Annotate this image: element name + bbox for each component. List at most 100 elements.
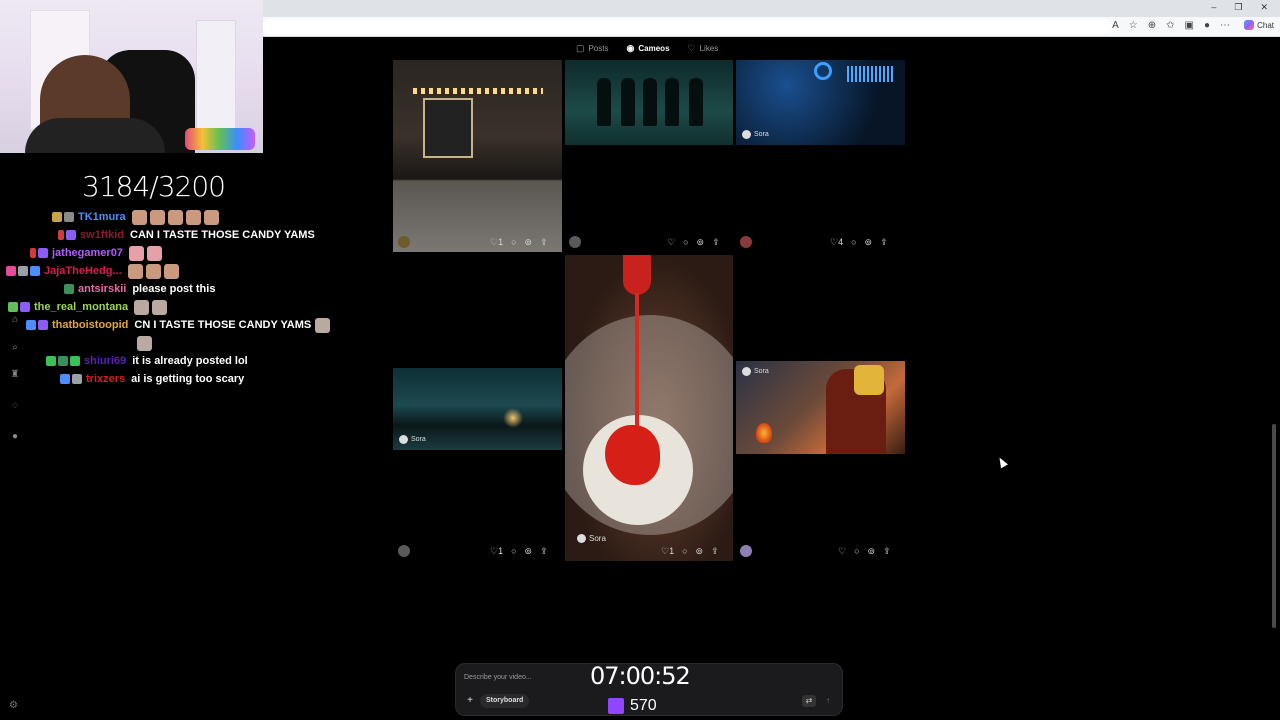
like-button[interactable]: ♡1 (661, 546, 674, 557)
video-thumbnail[interactable] (393, 60, 562, 252)
scrollbar[interactable] (1272, 424, 1276, 628)
badges (30, 248, 48, 258)
badges (60, 374, 82, 384)
search-icon[interactable]: ⌕ (8, 341, 22, 355)
video-thumbnail[interactable]: Sora (736, 60, 905, 145)
profile-avatar-icon[interactable]: ● (8, 430, 22, 444)
collections-icon[interactable]: ▣ (1185, 20, 1194, 31)
video-thumbnail[interactable]: Sora (393, 368, 562, 450)
prompt-input[interactable]: Describe your video... (464, 674, 532, 681)
like-button[interactable]: ♡ (838, 546, 846, 557)
badge-icon (38, 320, 48, 330)
copilot-icon (1244, 20, 1255, 30)
remix-icon[interactable]: ⊚ (525, 237, 533, 248)
emote-icon (127, 263, 143, 279)
like-button[interactable]: ♡1 (490, 237, 503, 248)
chat-username[interactable]: JajaTheHedg... (44, 265, 122, 277)
creator-avatar[interactable] (398, 236, 410, 248)
video-thumbnail[interactable] (565, 60, 733, 145)
goal-counter: 3184/3200 (82, 170, 226, 203)
share-icon[interactable]: ⇪ (540, 237, 548, 248)
share-icon[interactable]: ⇪ (540, 546, 548, 557)
like-button[interactable]: ♡1 (490, 546, 503, 557)
chat-message: antsirskii please post this (64, 280, 215, 298)
garage-door (423, 98, 473, 158)
send-arrow-icon[interactable]: ↑ (822, 695, 834, 707)
remix-icon[interactable]: ⊚ (865, 237, 873, 248)
chat-username[interactable]: thatboistoopid (52, 319, 128, 331)
post-actions: ♡1 ○ ⊚ ⇪ (490, 236, 548, 248)
viewer-count-value: 570 (630, 697, 657, 714)
creator-avatar[interactable] (740, 545, 752, 557)
creator-avatar[interactable] (740, 236, 752, 248)
chat-username[interactable]: the_real_montana (34, 301, 128, 313)
comment-icon[interactable]: ○ (511, 546, 516, 556)
minimize-button[interactable]: – (1211, 2, 1216, 13)
video-thumbnail-selected[interactable]: Sora (565, 255, 733, 561)
more-icon[interactable]: ⋯ (1220, 20, 1230, 31)
chat-username[interactable]: shiuri69 (84, 355, 126, 367)
tab-posts[interactable]: ▢ Posts (576, 43, 609, 54)
storyboard-button[interactable]: Storyboard (480, 694, 530, 708)
remix-icon[interactable]: ⊚ (696, 546, 704, 557)
creator-avatar[interactable] (569, 236, 581, 248)
like-count: 1 (669, 545, 675, 556)
comment-icon[interactable]: ○ (683, 237, 688, 247)
settings-icon[interactable]: ⚙ (9, 700, 18, 711)
share-icon[interactable]: ⇪ (712, 237, 720, 248)
chat-username[interactable]: sw1ftkid (80, 229, 124, 241)
figure (643, 78, 657, 126)
remix-icon[interactable]: ⊚ (525, 546, 533, 557)
url-input[interactable] (262, 19, 1112, 35)
copilot-label: Chat (1257, 20, 1274, 30)
like-button[interactable]: ♡ (667, 237, 675, 248)
share-icon[interactable]: ⇪ (880, 237, 888, 248)
comment-icon[interactable]: ○ (854, 546, 859, 556)
close-button[interactable]: ✕ (1260, 2, 1268, 13)
extensions-icon[interactable]: ⊕ (1148, 20, 1156, 31)
comment-icon[interactable]: ○ (511, 237, 516, 247)
read-aloud-icon[interactable]: A (1112, 20, 1119, 31)
share-icon[interactable]: ⇪ (711, 546, 719, 557)
video-thumbnail[interactable]: Sora (736, 361, 905, 454)
browser-toolbar: A ☆ ⊕ ✩ ▣ ● ⋯ (1112, 20, 1230, 31)
heart-icon: ♡ (838, 545, 847, 556)
profile-icon[interactable]: ● (1204, 20, 1210, 31)
emote-icon (185, 209, 201, 225)
chat-username[interactable]: antsirskii (78, 283, 126, 295)
share-icon[interactable]: ⇪ (883, 546, 891, 557)
heart-icon: ♡ (490, 545, 499, 556)
settings-toggle-icon[interactable]: ⇄ (802, 695, 816, 707)
street-light (503, 408, 523, 428)
trophy-icon[interactable]: ♜ (8, 368, 22, 382)
figure (689, 78, 703, 126)
figure (665, 78, 679, 126)
tab-cameos[interactable]: ◉ Cameos (627, 43, 670, 54)
remix-icon[interactable]: ⊚ (868, 546, 876, 557)
remix-icon[interactable]: ⊚ (697, 237, 705, 248)
creator-avatar[interactable] (398, 545, 410, 557)
badge-icon (8, 302, 18, 312)
watermark-text: Sora (754, 368, 769, 375)
stream-timer: 07:00:52 (590, 662, 691, 690)
chat-username[interactable]: TK1mura (78, 211, 126, 223)
restore-button[interactable]: ❐ (1234, 2, 1242, 13)
post-actions: ♡1 ○ ⊚ ⇪ (661, 545, 719, 557)
tab-likes[interactable]: ♡ Likes (688, 43, 719, 54)
favorites-icon[interactable]: ✩ (1166, 20, 1174, 31)
notifications-icon[interactable]: ◌ (8, 399, 22, 413)
chat-username[interactable]: trixzers (86, 373, 125, 385)
gift-badge-icon (38, 248, 48, 258)
emotes (131, 209, 219, 225)
comment-icon[interactable]: ○ (682, 546, 687, 556)
sora-logo-icon (742, 367, 751, 376)
comment-icon[interactable]: ○ (851, 237, 856, 247)
like-button[interactable]: ♡4 (830, 237, 843, 248)
like-count: 4 (838, 236, 844, 247)
chat-username[interactable]: jathegamer07 (52, 247, 123, 259)
favorite-star-icon[interactable]: ☆ (1129, 20, 1138, 31)
add-button[interactable]: + (464, 695, 476, 707)
tab-label: Posts (588, 44, 609, 53)
copilot-button[interactable]: Chat (1244, 20, 1274, 30)
sora-watermark: Sora (399, 435, 426, 444)
